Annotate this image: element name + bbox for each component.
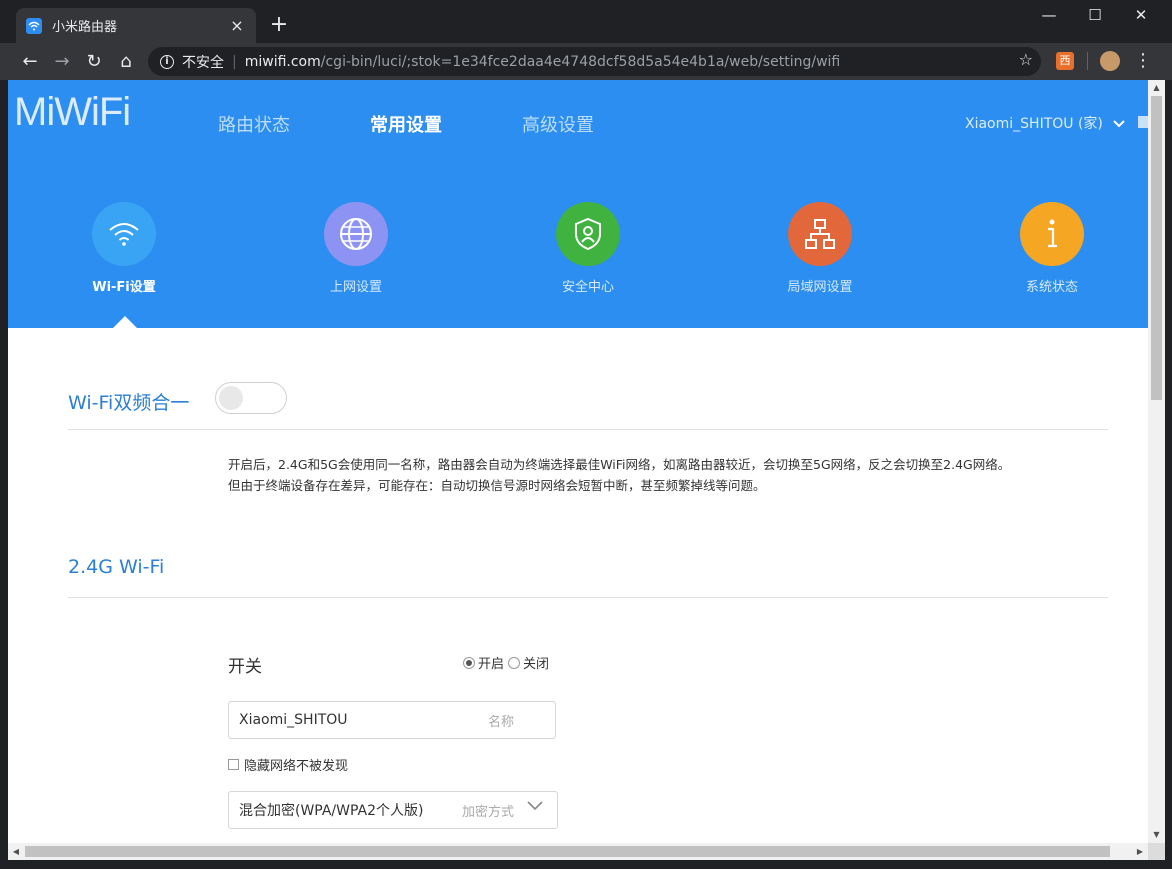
toggle-knob [219, 386, 243, 410]
page-viewport: MiWiFi 路由状态 常用设置 高级设置 Xiaomi_SHITOU (家) … [8, 80, 1148, 843]
profile-avatar[interactable] [1100, 51, 1120, 71]
security-status: 不安全 [182, 54, 224, 71]
back-icon[interactable]: ← [17, 49, 43, 75]
desc-line-2: 但由于终端设备存在差异，可能存在：自动切换信号源时网络会短暂中断，甚至频繁掉线等… [228, 478, 766, 493]
close-window-button[interactable]: ✕ [1118, 4, 1164, 28]
bookmark-star-icon[interactable]: ☆ [1019, 50, 1033, 69]
divider [68, 429, 1108, 430]
info-icon[interactable]: i [160, 54, 174, 69]
tab-title: 小米路由器 [52, 20, 118, 35]
nav-router-status[interactable]: 路由状态 [218, 111, 290, 137]
ssid-input[interactable]: Xiaomi_SHITOU 名称 [228, 701, 556, 739]
tab-close-icon[interactable]: × [228, 16, 246, 35]
switch-label: 开关 [228, 657, 262, 677]
router-header: MiWiFi 路由状态 常用设置 高级设置 Xiaomi_SHITOU (家) … [8, 80, 1148, 328]
tab-strip: 小米路由器 × + — ☐ ✕ [0, 0, 1172, 43]
category-security-center[interactable]: 安全中心 [518, 202, 658, 295]
hide-network-label[interactable]: 隐藏网络不被发现 [244, 755, 348, 774]
new-tab-button[interactable]: + [268, 12, 290, 38]
address-bar[interactable]: i 不安全 | miwifi.com /cgi-bin/luci/;stok=1… [148, 47, 1041, 76]
category-wifi-settings[interactable]: Wi-Fi设置 [54, 202, 194, 295]
category-label: 局域网设置 [787, 280, 853, 295]
mail-icon[interactable] [1138, 116, 1148, 128]
scrollbar-corner [1148, 843, 1165, 860]
scroll-down-icon[interactable]: ▼ [1148, 827, 1165, 843]
url-host: miwifi.com [244, 53, 321, 70]
toolbar-divider [1087, 52, 1088, 70]
category-label: 上网设置 [329, 280, 382, 295]
horizontal-scroll-thumb[interactable] [25, 846, 1110, 857]
nav-advanced-settings[interactable]: 高级设置 [522, 111, 594, 137]
vertical-scrollbar[interactable]: ▲ ▼ [1148, 80, 1165, 843]
ssid-hint: 名称 [488, 714, 515, 730]
encryption-hint: 加密方式 [462, 804, 515, 820]
shield-icon [556, 202, 620, 266]
chevron-down-icon [1113, 120, 1126, 128]
extension-icon[interactable]: 西 [1056, 52, 1074, 70]
scroll-left-icon[interactable]: ◀ [8, 843, 24, 860]
settings-content: Wi-Fi双频合一 开启后，2.4G和5G会使用同一名称，路由器会自动为终端选择… [8, 328, 1148, 843]
encryption-select[interactable]: 混合加密(WPA/WPA2个人版) 加密方式 [228, 791, 558, 829]
lan-icon [788, 202, 852, 266]
home-icon[interactable]: ⌂ [113, 49, 139, 75]
browser-toolbar: ← → ↻ ⌂ i 不安全 | miwifi.com /cgi-bin/luci… [0, 43, 1172, 80]
category-label: Wi-Fi设置 [92, 280, 156, 295]
category-internet-settings[interactable]: 上网设置 [286, 202, 426, 295]
vertical-scroll-thumb[interactable] [1151, 96, 1162, 400]
encryption-value: 混合加密(WPA/WPA2个人版) [239, 803, 424, 819]
switch-radio-group: 开启 关闭 [463, 653, 549, 672]
browser-menu-icon[interactable]: ⋮ [1134, 50, 1152, 71]
wifi24-title: 2.4G Wi-Fi [68, 556, 165, 578]
chevron-down-icon [527, 801, 543, 811]
category-label: 系统状态 [1025, 280, 1078, 295]
url-path: /cgi-bin/luci/;stok=1e34fce2daa4e4748dcf… [320, 53, 841, 70]
reload-icon[interactable]: ↻ [81, 49, 107, 75]
scroll-up-icon[interactable]: ▲ [1148, 80, 1165, 96]
maximize-button[interactable]: ☐ [1072, 4, 1118, 28]
active-category-pointer [113, 316, 137, 328]
category-label: 安全中心 [561, 280, 614, 295]
info-icon [1020, 202, 1084, 266]
radio-off-label[interactable]: 关闭 [523, 653, 549, 672]
hide-network-checkbox[interactable] [228, 759, 239, 770]
dual-band-title: Wi-Fi双频合一 [68, 392, 190, 414]
radio-on[interactable] [463, 656, 475, 669]
wifi-favicon-icon [26, 17, 42, 34]
category-lan-settings[interactable]: 局域网设置 [750, 202, 890, 295]
radio-off[interactable] [508, 656, 521, 669]
user-name: Xiaomi_SHITOU (家) [965, 116, 1103, 132]
scroll-right-icon[interactable]: ▶ [1132, 843, 1148, 860]
radio-on-label[interactable]: 开启 [478, 653, 504, 672]
dual-band-toggle[interactable] [215, 382, 287, 414]
divider [68, 597, 1108, 598]
hide-network-row[interactable]: 隐藏网络不被发现 [228, 755, 348, 774]
globe-icon [324, 202, 388, 266]
ssid-value: Xiaomi_SHITOU [239, 712, 348, 728]
category-system-status[interactable]: 系统状态 [982, 202, 1122, 295]
minimize-button[interactable]: — [1026, 4, 1072, 28]
user-menu[interactable]: Xiaomi_SHITOU (家) [965, 113, 1126, 133]
miwifi-logo[interactable]: MiWiFi [14, 90, 131, 135]
browser-tab[interactable]: 小米路由器 × [16, 8, 256, 43]
desc-line-1: 开启后，2.4G和5G会使用同一名称，路由器会自动为终端选择最佳WiFi网络，如… [228, 457, 1011, 472]
dual-band-description: 开启后，2.4G和5G会使用同一名称，路由器会自动为终端选择最佳WiFi网络，如… [228, 454, 1010, 496]
browser-window: 小米路由器 × + — ☐ ✕ ← → ↻ ⌂ i 不安全 | miwifi.c… [0, 0, 1172, 869]
horizontal-scrollbar[interactable]: ◀ ▶ [8, 843, 1148, 860]
omnibox-divider: | [232, 53, 237, 70]
wifi-icon [92, 202, 156, 266]
forward-icon[interactable]: → [49, 49, 75, 75]
nav-common-settings[interactable]: 常用设置 [370, 111, 442, 137]
